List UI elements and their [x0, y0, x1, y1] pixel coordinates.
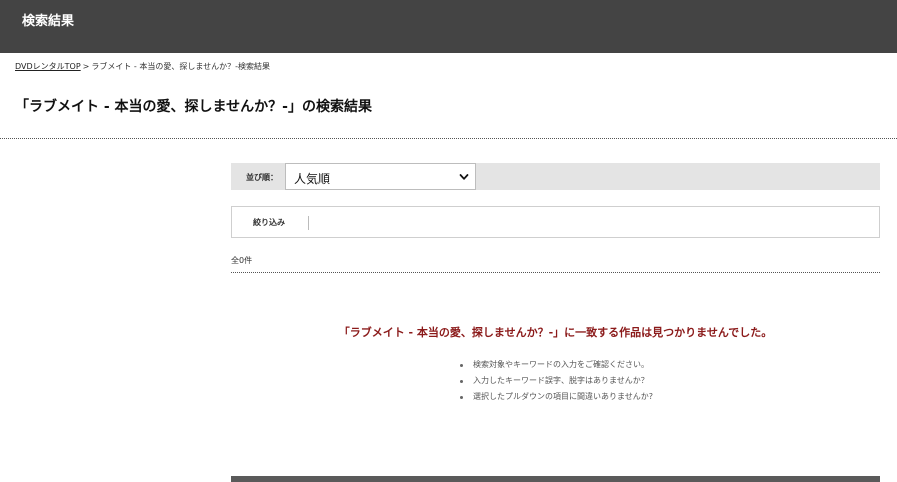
breadcrumb: DVDレンタルTOP > ラブメイト - 本当の愛、探しませんか？-検索結果 — [15, 61, 270, 72]
filter-button[interactable]: 絞り込み — [253, 217, 285, 228]
search-tip: 検索対象やキーワードの入力をご確認ください。 — [459, 357, 653, 373]
search-tip: 入力したキーワード誤字、脱字はありませんか？ — [459, 373, 653, 389]
chevron-down-icon — [459, 174, 469, 180]
header-divider — [0, 138, 897, 139]
sort-selected-value: 人気順 — [294, 172, 331, 186]
search-tip: 選択したプルダウンの項目に間違いありませんか? — [459, 389, 653, 405]
filter-divider — [308, 216, 309, 230]
header-title: 検索結果 — [22, 14, 75, 29]
breadcrumb-current: ラブメイト - 本当の愛、探しませんか？-検索結果 — [91, 62, 270, 71]
filter-bar: 絞り込み — [231, 206, 880, 238]
breadcrumb-separator: > — [82, 62, 90, 71]
page-title: 「ラブメイト - 本当の愛、探しませんか？-」の検索結果 — [15, 99, 372, 115]
search-tips-list: 検索対象やキーワードの入力をご確認ください。 入力したキーワード誤字、脱字はあり… — [459, 357, 653, 405]
sort-bar: 並び順： 人気順 — [231, 163, 880, 190]
sort-label: 並び順： — [246, 173, 278, 182]
breadcrumb-home-link[interactable]: DVDレンタルTOP — [15, 62, 81, 71]
result-count: 全0件 — [231, 256, 253, 265]
no-results-message: 「ラブメイト - 本当の愛、探しませんか？-」に一致する作品は見つかりませんでし… — [338, 326, 773, 339]
sort-select[interactable]: 人気順 — [285, 163, 476, 190]
top-header-bar: 検索結果 — [0, 0, 897, 53]
bottom-bar — [231, 476, 880, 482]
results-divider — [231, 272, 880, 273]
